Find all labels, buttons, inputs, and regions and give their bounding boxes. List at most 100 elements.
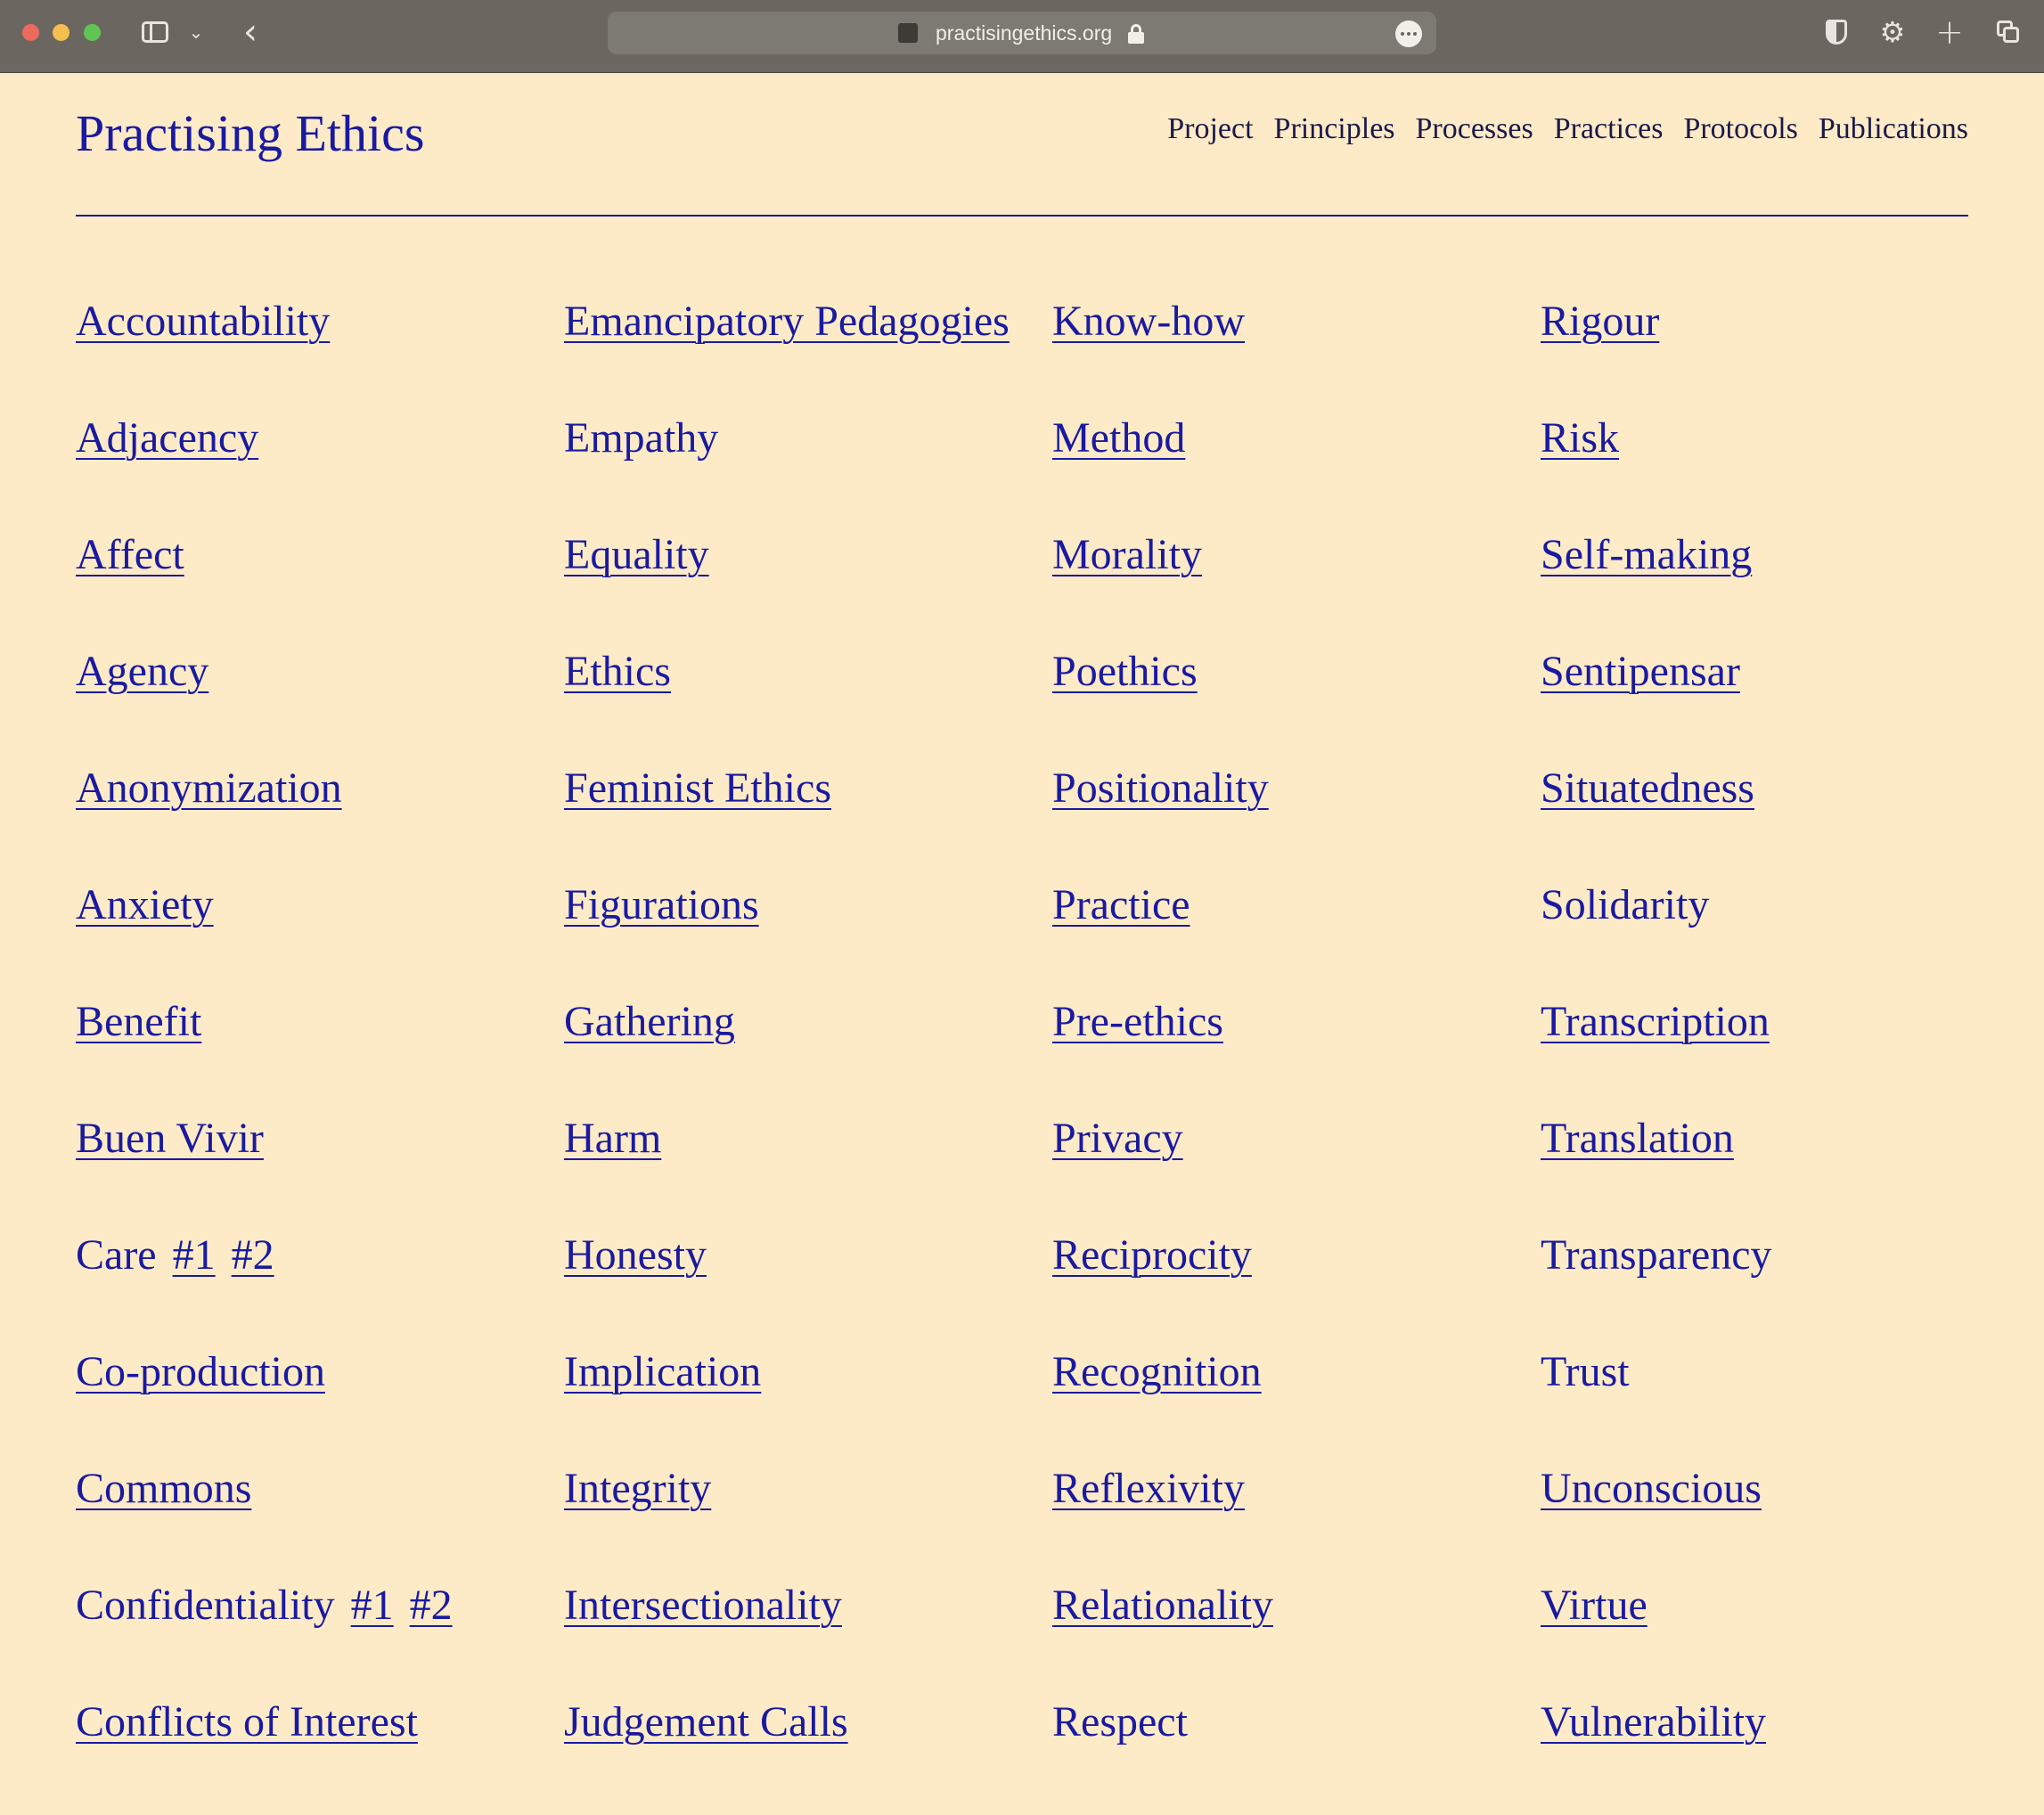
glossary-link[interactable]: Integrity [564, 1465, 711, 1512]
nav-principles[interactable]: Principles [1274, 111, 1395, 148]
glossary-link[interactable]: Reciprocity [1052, 1231, 1252, 1279]
glossary-sublink[interactable]: #1 [351, 1582, 394, 1629]
glossary-link[interactable]: Know-how [1052, 298, 1245, 345]
glossary-item: Transcription [1541, 992, 2004, 1051]
glossary-item: Implication [564, 1342, 1027, 1402]
url-text: practisingethics.org [936, 21, 1113, 45]
new-tab-plus-icon[interactable]: + [1934, 12, 1966, 52]
glossary-link[interactable]: Anxiety [76, 881, 214, 928]
glossary-link[interactable]: Equality [564, 531, 709, 578]
glossary-link[interactable]: Implication [564, 1348, 761, 1395]
glossary-link[interactable]: Method [1052, 414, 1185, 462]
glossary-item: Vulnerability [1541, 1692, 2004, 1752]
glossary-item: Method [1052, 408, 1516, 468]
glossary-link[interactable]: Rigour [1541, 298, 1659, 345]
glossary-link[interactable]: Privacy [1052, 1115, 1183, 1162]
glossary-item: Conflicts of Interest [76, 1692, 539, 1752]
glossary-column: Emancipatory Pedagogies Empathy Equality Et… [564, 291, 1052, 1809]
glossary-item: Confidentiality #1 #2 [76, 1575, 539, 1635]
glossary-item: Gathering [564, 992, 1027, 1051]
glossary-link[interactable]: Agency [76, 648, 208, 695]
glossary-link[interactable]: Situatedness [1541, 764, 1754, 812]
chevron-down-icon[interactable]: ⌄ [185, 14, 207, 50]
glossary-link[interactable]: Honesty [564, 1231, 707, 1279]
glossary-link[interactable]: Poethics [1052, 648, 1198, 695]
window-close-button[interactable] [22, 24, 39, 41]
glossary-item: Situatedness [1541, 758, 2004, 818]
glossary-link[interactable]: Judgement Calls [564, 1698, 848, 1746]
glossary-item: Judgement Calls [564, 1692, 1027, 1752]
glossary-item: Virtue [1541, 1575, 2004, 1635]
glossary-link[interactable]: Ethics [564, 648, 671, 695]
glossary-link[interactable]: Harm [564, 1115, 661, 1162]
glossary-link[interactable]: Co-production [76, 1348, 325, 1395]
site-header: Practising Ethics Project Principles Pro… [76, 72, 1968, 217]
glossary-item: Commons [76, 1459, 539, 1518]
glossary-sublink[interactable]: #2 [232, 1231, 274, 1279]
glossary-item: Feminist Ethics [564, 758, 1027, 818]
glossary-link[interactable]: Sentipensar [1541, 648, 1740, 695]
glossary-link[interactable]: Gathering [564, 998, 735, 1045]
glossary-item: Integrity [564, 1459, 1027, 1518]
glossary-link[interactable]: Recognition [1052, 1348, 1262, 1395]
address-bar[interactable]: practisingethics.org [608, 12, 1436, 54]
gear-icon[interactable]: ⚙ [1876, 14, 1909, 50]
glossary-link[interactable]: Commons [76, 1465, 251, 1512]
more-options-icon[interactable] [1395, 20, 1422, 47]
glossary-link[interactable]: Intersectionality [564, 1582, 842, 1629]
glossary-link[interactable]: Buen Vivir [76, 1115, 264, 1162]
glossary-link[interactable]: Transcription [1541, 998, 1770, 1045]
nav-processes[interactable]: Processes [1416, 111, 1533, 148]
nav-practices[interactable]: Practices [1554, 111, 1664, 148]
glossary-link[interactable]: Adjacency [76, 414, 258, 462]
glossary-label: Solidarity [1541, 881, 1710, 928]
glossary-link[interactable]: Conflicts of Interest [76, 1698, 418, 1746]
glossary-link[interactable]: Self-making [1541, 531, 1752, 578]
glossary-link[interactable]: Virtue [1541, 1582, 1647, 1629]
glossary-item: Agency [76, 642, 539, 701]
glossary-sublink[interactable]: #2 [410, 1582, 453, 1629]
glossary-link[interactable]: Benefit [76, 998, 201, 1045]
nav-publications[interactable]: Publications [1819, 111, 1968, 148]
glossary-link[interactable]: Translation [1541, 1115, 1734, 1162]
glossary-link[interactable]: Anonymization [76, 764, 342, 812]
glossary-link[interactable]: Relationality [1052, 1582, 1273, 1629]
back-arrow-icon[interactable]: ‹ [237, 14, 264, 50]
glossary-item: Privacy [1052, 1108, 1516, 1168]
glossary-link[interactable]: Positionality [1052, 764, 1269, 812]
glossary-link[interactable]: Affect [76, 531, 184, 578]
nav-project[interactable]: Project [1167, 111, 1253, 148]
glossary-link[interactable]: Accountability [76, 298, 330, 345]
glossary-item: Adjacency [76, 408, 539, 468]
glossary-link[interactable]: Pre-ethics [1052, 998, 1223, 1045]
glossary-label: Empathy [564, 414, 719, 462]
glossary-item: Translation [1541, 1108, 2004, 1168]
tab-overview-icon[interactable] [1992, 14, 2024, 50]
glossary-item: Morality [1052, 525, 1516, 585]
glossary-sublink[interactable]: #1 [173, 1231, 216, 1279]
glossary-item: Harm [564, 1108, 1027, 1168]
glossary-link[interactable]: Vulnerability [1541, 1698, 1766, 1746]
sidebar-toggle-icon[interactable] [139, 14, 171, 50]
glossary-item: Recognition [1052, 1342, 1516, 1402]
glossary-link[interactable]: Emancipatory Pedagogies [564, 298, 1010, 345]
glossary-link[interactable]: Reflexivity [1052, 1465, 1245, 1512]
nav-protocols[interactable]: Protocols [1683, 111, 1797, 148]
window-zoom-button[interactable] [84, 24, 101, 41]
glossary-link[interactable]: Morality [1052, 531, 1202, 578]
glossary-link[interactable]: Practice [1052, 881, 1190, 928]
privacy-shield-icon[interactable] [1821, 14, 1852, 50]
glossary-link[interactable]: Figurations [564, 881, 759, 928]
glossary-item: Solidarity [1541, 875, 2004, 935]
glossary-item: Relationality [1052, 1575, 1516, 1635]
window-minimize-button[interactable] [53, 24, 69, 41]
glossary-label: Transparency [1541, 1231, 1772, 1279]
glossary-item: Benefit [76, 992, 539, 1051]
glossary-link[interactable]: Feminist Ethics [564, 764, 831, 812]
site-title[interactable]: Practising Ethics [76, 102, 424, 165]
glossary-link[interactable]: Risk [1541, 414, 1619, 462]
lock-icon [1128, 24, 1144, 44]
glossary-item: Ethics [564, 642, 1027, 701]
glossary-link[interactable]: Unconscious [1541, 1465, 1762, 1512]
glossary-item: Transparency [1541, 1225, 2004, 1285]
